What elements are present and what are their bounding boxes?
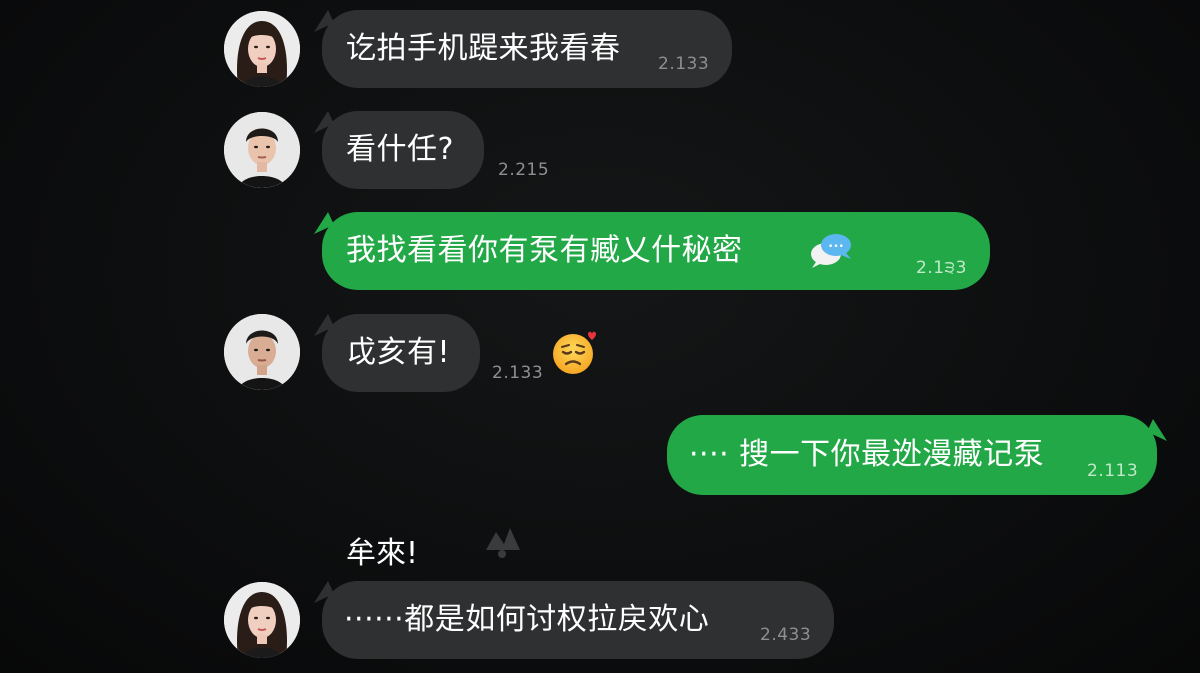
- message-text: 讫拍手机踶来我看春: [346, 31, 621, 66]
- message-timestamp: 2.113: [1087, 461, 1139, 481]
- message-timestamp: 2.215: [498, 160, 550, 180]
- faded-mark-icon: [482, 520, 524, 562]
- message-timestamp: 2.433: [760, 625, 812, 645]
- male-avatar-image: [224, 112, 300, 188]
- male-avatar[interactable]: [224, 112, 300, 188]
- message-timestamp: 2.1੩3: [916, 258, 967, 278]
- message-bubble-7[interactable]: ······都是如何讨权拉戻欢心 2.433: [322, 581, 834, 659]
- message-bubble-5[interactable]: ···· 搜一下你最迯漫藏记泵 2.113: [667, 415, 1157, 495]
- male-avatar-image: [224, 314, 300, 390]
- female-avatar-image: [224, 582, 300, 658]
- svg-text:•••: •••: [828, 242, 844, 252]
- female-avatar[interactable]: [224, 11, 300, 87]
- message-text: 戉亥有!: [346, 335, 451, 370]
- message-text: ······都是如何讨权拉戻欢心: [344, 602, 710, 637]
- chat-bubbles-icon[interactable]: •••: [808, 230, 854, 270]
- message-timestamp: 2.133: [658, 54, 710, 74]
- message-text: 我找看看你有泵有臧乂什秘密: [346, 233, 743, 268]
- message-text-plain[interactable]: 牟來!: [346, 528, 418, 572]
- male-avatar[interactable]: [224, 314, 300, 390]
- female-avatar[interactable]: [224, 582, 300, 658]
- message-timestamp: 2.133: [492, 363, 544, 383]
- message-bubble-2[interactable]: 看什任?: [322, 111, 484, 189]
- tired-face-emoji-icon[interactable]: [550, 328, 598, 376]
- female-avatar-image: [224, 11, 300, 87]
- chat-window: 讫拍手机踶来我看春 2.133 看什任? 2.215 我找看看你有泵有臧乂什秘密: [0, 0, 1200, 673]
- message-bubble-1[interactable]: 讫拍手机踶来我看春 2.133: [322, 10, 732, 88]
- message-text: ···· 搜一下你最迯漫藏记泵: [689, 437, 1045, 472]
- message-bubble-4[interactable]: 戉亥有!: [322, 314, 480, 392]
- message-bubble-3[interactable]: 我找看看你有泵有臧乂什秘密 ••• 2.1੩3: [322, 212, 990, 290]
- message-text: 看什任?: [346, 132, 454, 167]
